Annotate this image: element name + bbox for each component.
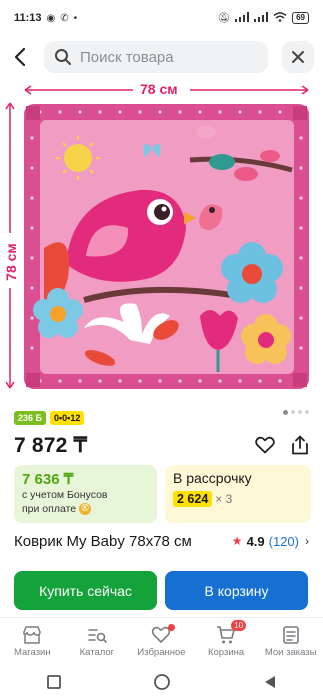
installment-multiplier: × 3: [215, 492, 233, 506]
tab-label: Каталог: [79, 647, 115, 658]
notification-dot: [168, 624, 176, 631]
store-icon: [23, 626, 42, 644]
tab-label: Корзина: [207, 647, 245, 658]
chevron-right-icon: ›: [305, 534, 309, 548]
bonus-price: 7 636 ₸: [22, 471, 74, 488]
tab-cart[interactable]: 10 Корзина: [194, 620, 258, 658]
bottom-tab-bar: Магазин Каталог Избранное 10 Корзина Мои…: [0, 617, 323, 665]
product-title: Коврик My Baby 78x78 см: [14, 532, 192, 550]
add-to-cart-button[interactable]: В корзину: [165, 571, 308, 610]
review-count: (120): [268, 533, 299, 549]
product-image[interactable]: 78 см 78 см: [0, 78, 323, 400]
chevron-left-icon: [14, 48, 26, 66]
tab-label: Избранное: [137, 647, 186, 658]
product-title-row: Коврик My Baby 78x78 см ★ 4.9 (120) ›: [14, 530, 309, 552]
orders-icon: [282, 626, 299, 644]
promo-badges: 236 Б 0•0•12: [14, 411, 85, 425]
bonus-line-1: с учетом Бонусов: [22, 489, 108, 501]
image-carousel-dots[interactable]: [283, 410, 309, 415]
search-icon: [55, 49, 71, 65]
battery-icon: 69: [292, 12, 309, 24]
price-option-cards: 7 636 ₸ с учетом Бонусов при оплате Ⓚ В р…: [14, 465, 311, 523]
message-icon: ◉: [46, 12, 56, 24]
cart-count-badge: 10: [231, 620, 247, 631]
heart-icon[interactable]: [255, 436, 275, 454]
close-button[interactable]: [282, 41, 314, 73]
tab-label: Мои заказы: [264, 647, 317, 658]
tab-store[interactable]: Магазин: [0, 625, 64, 658]
installment-card[interactable]: В рассрочку 2 624 × 3: [165, 465, 311, 523]
bonus-badge: 236 Б: [14, 411, 46, 425]
carousel-dot: [298, 410, 302, 414]
tab-label: Магазин: [13, 647, 51, 658]
wifi-icon: [273, 11, 287, 25]
tab-favorites[interactable]: Избранное: [129, 624, 193, 658]
coin-icon: Ⓚ: [79, 503, 92, 516]
rating-value: 4.9: [246, 533, 265, 549]
buy-now-button[interactable]: Купить сейчас: [14, 571, 157, 610]
tab-orders[interactable]: Мои заказы: [259, 625, 323, 658]
back-button[interactable]: [0, 36, 40, 78]
share-icon[interactable]: [291, 435, 309, 455]
installment-title: В рассрочку: [173, 470, 252, 486]
height-dimension-label: 78 см: [3, 243, 19, 281]
carousel-dot: [305, 410, 309, 414]
product-price: 7 872 ₸: [14, 433, 88, 457]
back-nav-icon[interactable]: [262, 674, 278, 690]
status-time: 11:13: [14, 12, 42, 24]
home-icon[interactable]: [153, 673, 171, 691]
signal2-icon: [254, 11, 269, 25]
search-header: Поиск товара: [0, 36, 323, 78]
tab-catalog[interactable]: Каталог: [65, 625, 129, 658]
bonus-line-2-wrap: при оплате Ⓚ: [22, 502, 149, 516]
play-mat-illustration: [5, 85, 309, 389]
dot-icon: •: [73, 12, 78, 24]
search-placeholder: Поиск товара: [80, 48, 174, 66]
purchase-buttons: Купить сейчас В корзину: [14, 571, 308, 610]
star-icon: ★: [231, 534, 243, 548]
price-row: 7 872 ₸: [14, 430, 309, 460]
close-icon: [292, 51, 304, 63]
catalog-icon: [88, 629, 107, 643]
carousel-dot: [283, 410, 288, 415]
carousel-dot: [291, 410, 295, 414]
system-nav-bar: [0, 665, 323, 699]
mute-icon: 🔕︎: [217, 12, 231, 24]
bonus-line-2: при оплате: [22, 503, 77, 515]
bonus-price-card[interactable]: 7 636 ₸ с учетом Бонусов при оплате Ⓚ: [14, 465, 157, 523]
signal-icon: [235, 11, 250, 25]
search-input[interactable]: Поиск товара: [44, 41, 268, 73]
rating-link[interactable]: ★ 4.9 (120) ›: [232, 534, 309, 549]
installment-amount: 2 624: [173, 491, 213, 507]
width-dimension-label: 78 см: [140, 81, 178, 97]
whatsapp-icon: ✆: [60, 12, 69, 24]
installment-badge: 0•0•12: [50, 411, 85, 425]
recent-apps-icon[interactable]: [46, 674, 62, 690]
status-bar: 11:13 ◉ ✆ • 🔕︎ 69: [0, 0, 323, 36]
